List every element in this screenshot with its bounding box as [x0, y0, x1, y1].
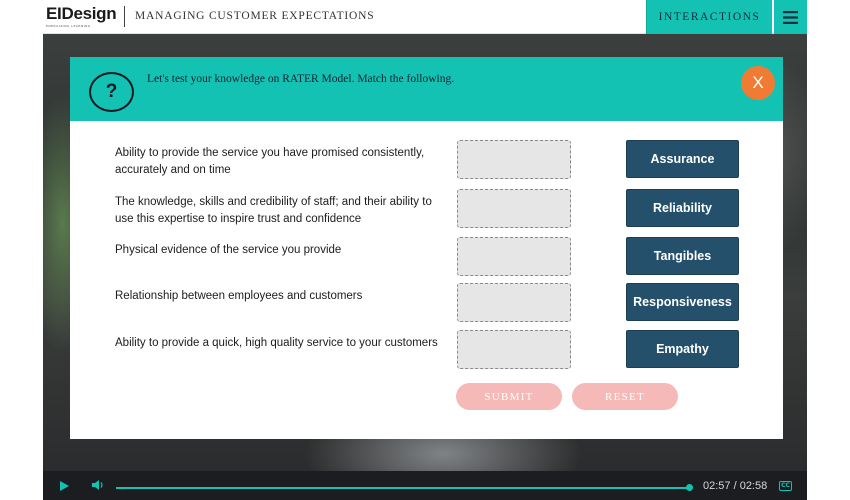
closed-captions-button[interactable]: CC	[779, 481, 792, 491]
progress-track[interactable]	[116, 487, 691, 489]
drop-zone-4[interactable]	[457, 283, 571, 322]
progress-handle[interactable]	[686, 484, 693, 491]
logo-text: EIDesign	[46, 4, 117, 23]
menu-button[interactable]	[774, 0, 807, 34]
modal-header: ? Let's test your knowledge on RATER Mod…	[70, 57, 783, 121]
answer-responsiveness[interactable]: Responsiveness	[626, 283, 739, 321]
drop-zone-5[interactable]	[457, 330, 571, 369]
time-display: 02:57 / 02:58	[703, 480, 768, 492]
question-icon: ?	[89, 72, 134, 112]
answer-assurance[interactable]: Assurance	[626, 140, 739, 178]
volume-icon[interactable]	[92, 479, 105, 491]
answer-tangibles[interactable]: Tangibles	[626, 237, 739, 275]
answer-reliability[interactable]: Reliability	[626, 189, 739, 227]
top-header: EIDesign ENERGIZING LEARNING MANAGING CU…	[43, 0, 807, 34]
drop-zone-3[interactable]	[457, 237, 571, 276]
eidesign-logo: EIDesign ENERGIZING LEARNING	[46, 5, 118, 31]
prompt-responsiveness: Ability to provide a quick, high quality…	[115, 337, 438, 349]
submit-button[interactable]: SUBMIT	[456, 383, 562, 410]
header-divider	[124, 6, 125, 27]
video-player-bar: 02:57 / 02:58 CC	[43, 471, 807, 500]
prompt-reliability: Ability to provide the service you have …	[115, 147, 425, 176]
logo-subtext: ENERGIZING LEARNING	[46, 24, 91, 28]
reset-button[interactable]: RESET	[572, 383, 678, 410]
prompt-tangibles: Physical evidence of the service you pro…	[115, 244, 342, 256]
modal-title: Let's test your knowledge on RATER Model…	[147, 73, 455, 85]
drop-zone-1[interactable]	[457, 140, 571, 179]
prompt-empathy: Relationship between employees and custo…	[115, 290, 363, 302]
rater-quiz-modal: ? Let's test your knowledge on RATER Mod…	[70, 57, 783, 439]
prompt-assurance: The knowledge, skills and credibility of…	[115, 196, 432, 225]
answer-empathy[interactable]: Empathy	[626, 330, 739, 368]
interactions-button[interactable]: INTERACTIONS	[646, 0, 772, 34]
play-icon[interactable]	[60, 481, 69, 491]
hamburger-menu-icon	[783, 10, 798, 24]
drop-zone-2[interactable]	[457, 189, 571, 228]
course-title: MANAGING CUSTOMER EXPECTATIONS	[135, 10, 375, 22]
close-button[interactable]: X	[741, 66, 775, 100]
